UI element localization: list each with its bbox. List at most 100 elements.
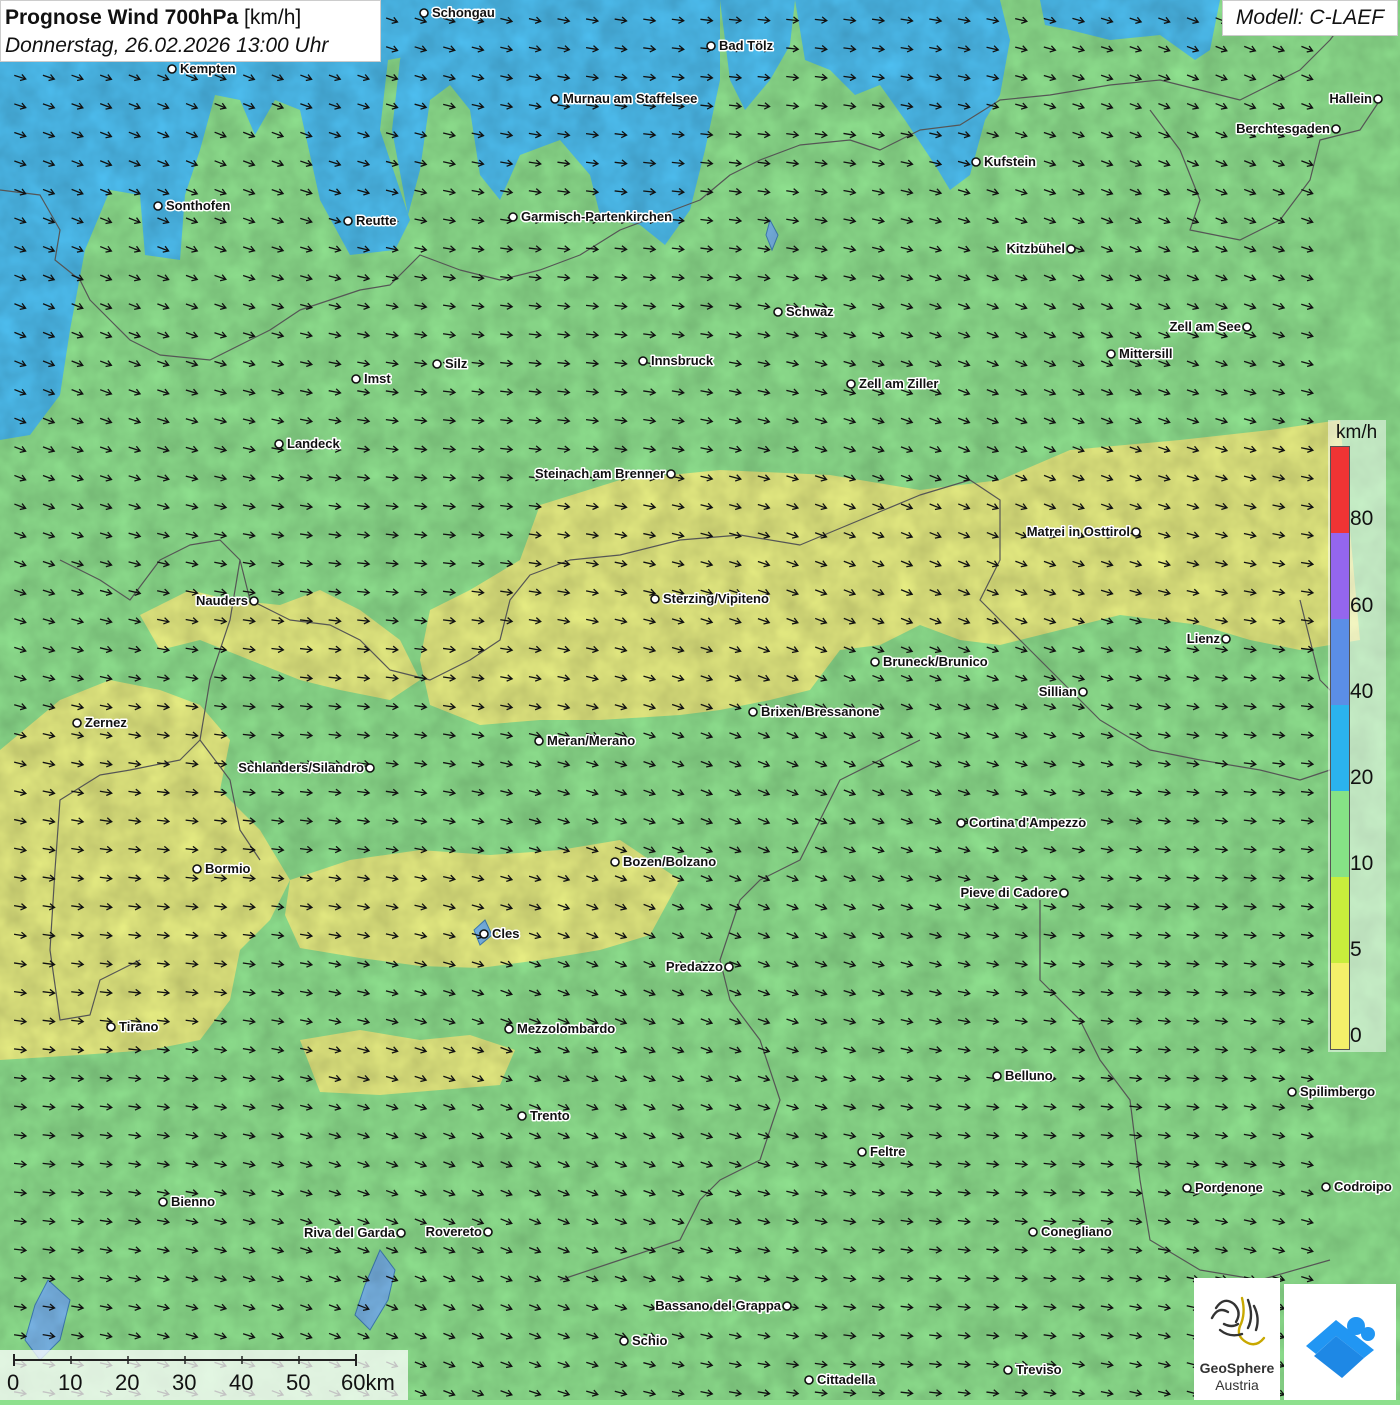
city-label: Spilimbergo (1300, 1084, 1375, 1099)
legend-segment-10 (1331, 791, 1349, 877)
city-label: Riva del Garda (304, 1225, 396, 1240)
legend-segment-5 (1331, 877, 1349, 963)
city-marker-icon (1182, 1183, 1192, 1193)
weather-app-logo (1284, 1284, 1396, 1400)
city-label: Mezzolombardo (517, 1021, 615, 1036)
geosphere-logo: GeoSphere Austria (1194, 1278, 1280, 1400)
city-marker-icon (1242, 322, 1252, 332)
legend-segment-80 (1331, 447, 1349, 533)
city-marker-icon (153, 201, 163, 211)
city-murnau-am-staffelsee: Murnau am Staffelsee (550, 90, 699, 108)
city-marker-icon (610, 857, 620, 867)
city-label: Codroipo (1334, 1179, 1392, 1194)
geosphere-emblem-icon (1210, 1296, 1266, 1346)
city-steinach-am-brenner: Steinach am Brenner (533, 465, 676, 483)
city-marker-icon (1078, 687, 1088, 697)
city-marker-icon (167, 64, 177, 74)
city-mezzolombardo: Mezzolombardo (504, 1020, 617, 1038)
model-label: Modell: C-LAEF (1222, 0, 1398, 36)
city-marker-icon (666, 469, 676, 479)
map-canvas: Schongau Bad Tölz Kempten Murnau am Staffel… (0, 0, 1400, 1400)
city-marker-icon (504, 1024, 514, 1034)
city-label: Berchtesgaden (1236, 121, 1330, 136)
city-marker-icon (158, 1197, 168, 1207)
scale-label-20: 20 (115, 1370, 140, 1395)
city-marker-icon (857, 1147, 867, 1157)
geosphere-name: GeoSphere (1199, 1360, 1275, 1376)
legend-tick-0: 0 (1350, 1024, 1362, 1047)
city-berchtesgaden: Berchtesgaden (1235, 120, 1341, 138)
city-label: Predazzo (666, 959, 723, 974)
city-marker-icon (396, 1228, 406, 1238)
city-marker-icon (782, 1301, 792, 1311)
city-zell-am-see: Zell am See (1168, 318, 1252, 336)
city-label: Murnau am Staffelsee (563, 91, 697, 106)
city-label: Kempten (180, 61, 236, 76)
title-main: Prognose Wind 700hPa (5, 6, 239, 29)
city-label: Steinach am Brenner (535, 466, 665, 481)
city-label: Conegliano (1041, 1224, 1112, 1239)
city-label: Zell am Ziller (859, 376, 938, 391)
city-marker-icon (992, 1071, 1002, 1081)
city-innsbruck: Innsbruck (638, 352, 715, 370)
city-marker-icon (1003, 1365, 1013, 1375)
city-marker-icon (804, 1375, 814, 1385)
city-label: Schongau (432, 5, 495, 20)
city-label: Innsbruck (651, 353, 714, 368)
city-marker-icon (1059, 888, 1069, 898)
city-marker-icon (748, 707, 758, 717)
city-schongau: Schongau (419, 4, 496, 22)
scale-label-40: 40 (229, 1370, 254, 1395)
city-label: Bassano del Grappa (655, 1298, 781, 1313)
city-riva-del-garda: Riva del Garda (302, 1224, 406, 1242)
city-label: Bruneck/Brunico (883, 654, 988, 669)
city-label: Lienz (1187, 631, 1221, 646)
city-sterzing-vipiteno: Sterzing/Vipiteno (650, 590, 770, 608)
map-title: Prognose Wind 700hPa [km/h] (5, 4, 376, 32)
city-label: Schio (632, 1333, 667, 1348)
city-label: Belluno (1005, 1068, 1053, 1083)
forecast-time: Donnerstag, 26.02.2026 13:00 Uhr (5, 34, 329, 57)
city-marker-icon (619, 1336, 629, 1346)
city-marker-icon (1106, 349, 1116, 359)
city-label: Pieve di Cadore (960, 885, 1058, 900)
city-label: Bozen/Bolzano (623, 854, 716, 869)
city-marker-icon (517, 1111, 527, 1121)
city-label: Cortina d'Ampezzo (969, 815, 1086, 830)
city-marker-icon (419, 8, 429, 18)
city-label: Schwaz (786, 304, 834, 319)
city-garmisch-partenkirchen: Garmisch-Partenkirchen (508, 208, 674, 226)
city-label: Meran/Merano (547, 733, 635, 748)
city-bruneck-brunico: Bruneck/Brunico (870, 653, 989, 671)
scale-label-30: 30 (172, 1370, 197, 1395)
legend-tick-5: 5 (1350, 938, 1362, 961)
legend-segment-40 (1331, 619, 1349, 705)
city-marker-icon (1373, 94, 1383, 104)
legend-tick-10: 10 (1350, 852, 1374, 875)
city-label: Kufstein (984, 154, 1036, 169)
city-marker-icon (773, 307, 783, 317)
city-label: Garmisch-Partenkirchen (521, 209, 672, 224)
title-box: Prognose Wind 700hPa [km/h] Donnerstag, … (0, 0, 381, 62)
city-sonthofen: Sonthofen (153, 197, 232, 215)
city-marker-icon (508, 212, 518, 222)
city-label: Bienno (171, 1194, 215, 1209)
city-label: Rovereto (426, 1224, 482, 1239)
city-marker-icon (1287, 1087, 1297, 1097)
legend-tick-80: 80 (1350, 507, 1374, 530)
city-marker-icon (249, 596, 259, 606)
city-label: Reutte (356, 213, 396, 228)
city-marker-icon (483, 1227, 493, 1237)
city-label: Matrei in Osttirol (1027, 524, 1130, 539)
city-marker-icon (365, 763, 375, 773)
city-marker-icon (479, 929, 489, 939)
city-bassano-del-grappa: Bassano del Grappa (654, 1297, 792, 1315)
city-conegliano: Conegliano (1028, 1223, 1113, 1241)
legend-colorbar (1330, 446, 1350, 1050)
city-spilimbergo: Spilimbergo (1287, 1083, 1377, 1101)
legend-segment-20 (1331, 705, 1349, 791)
city-label: Mittersill (1119, 346, 1172, 361)
city-marker-icon (72, 718, 82, 728)
city-label: Tirano (119, 1019, 159, 1034)
city-marker-icon (343, 216, 353, 226)
